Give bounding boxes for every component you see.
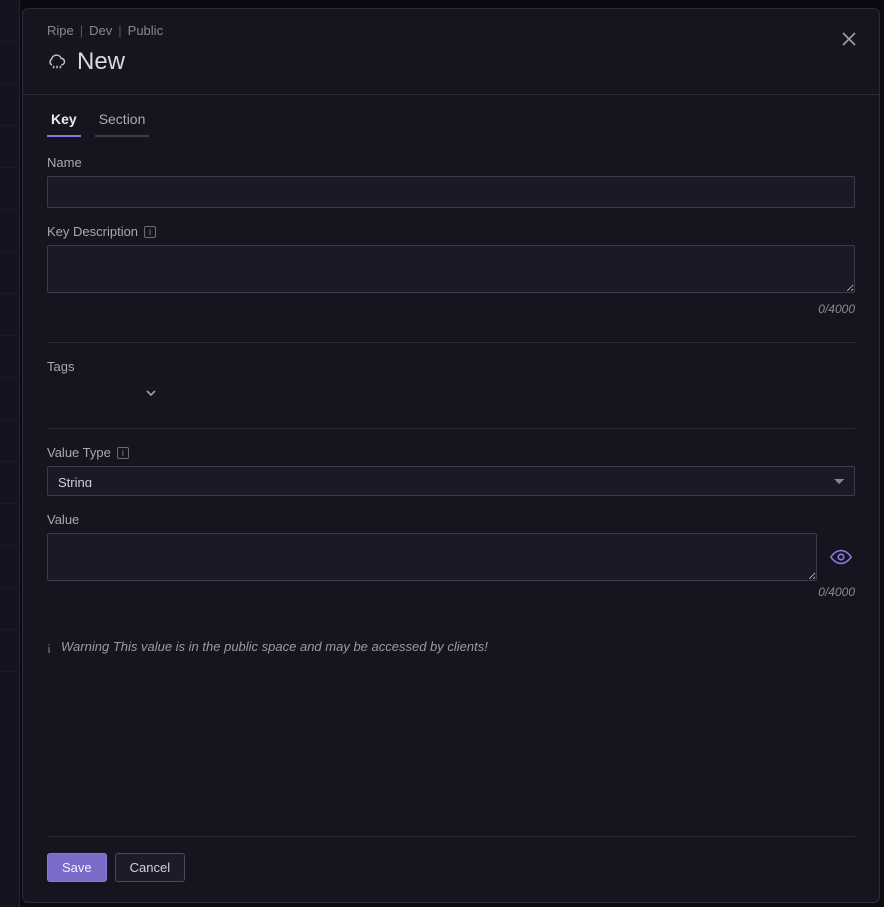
tags-dropdown[interactable] <box>47 380 167 406</box>
eye-icon <box>830 546 852 568</box>
warning-message: ¡ Warning This value is in the public sp… <box>47 639 855 654</box>
cloud-icon <box>47 50 67 75</box>
close-button[interactable] <box>837 27 861 51</box>
warning-icon: ¡ <box>47 640 51 654</box>
warning-body: This value is in the public space and ma… <box>113 639 488 654</box>
value-label: Value <box>47 512 855 527</box>
new-key-modal: Ripe | Dev | Public New Key <box>22 8 880 903</box>
divider <box>47 342 855 343</box>
value-counter: 0/4000 <box>47 585 855 599</box>
value-field-group: Value 0/4000 <box>47 512 855 599</box>
tabs: Key Section <box>47 105 855 137</box>
value-type-select[interactable]: String <box>47 466 855 496</box>
title-row: New <box>47 48 855 76</box>
description-label: Key Description i <box>47 224 855 239</box>
modal-body: Key Section Name Key Description i 0/400… <box>23 95 879 902</box>
description-field-group: Key Description i 0/4000 <box>47 224 855 316</box>
tags-field-group: Tags <box>47 359 855 406</box>
save-button[interactable]: Save <box>47 853 107 882</box>
sidebar-sliver <box>0 0 20 907</box>
warning-label: Warning <box>61 639 109 654</box>
breadcrumb-item[interactable]: Ripe <box>47 23 74 38</box>
breadcrumb: Ripe | Dev | Public <box>47 23 855 38</box>
tab-key[interactable]: Key <box>47 105 81 137</box>
description-counter: 0/4000 <box>47 302 855 316</box>
value-type-label-text: Value Type <box>47 445 111 460</box>
toggle-visibility-button[interactable] <box>827 533 855 581</box>
tags-label: Tags <box>47 359 855 374</box>
name-field-group: Name <box>47 155 855 208</box>
value-textarea[interactable] <box>47 533 817 581</box>
modal-header: Ripe | Dev | Public New <box>23 9 879 95</box>
description-textarea[interactable] <box>47 245 855 293</box>
breadcrumb-item[interactable]: Public <box>128 23 163 38</box>
name-input[interactable] <box>47 176 855 208</box>
breadcrumb-separator: | <box>80 23 83 38</box>
breadcrumb-separator: | <box>118 23 121 38</box>
divider <box>47 428 855 429</box>
value-type-field-group: Value Type i String <box>47 445 855 496</box>
info-icon[interactable]: i <box>144 226 156 238</box>
info-icon[interactable]: i <box>117 447 129 459</box>
warning-text: Warning This value is in the public spac… <box>61 639 488 654</box>
spacer <box>47 654 855 836</box>
name-label: Name <box>47 155 855 170</box>
modal-footer: Save Cancel <box>47 836 855 902</box>
tab-section[interactable]: Section <box>95 105 150 137</box>
chevron-down-icon <box>145 387 157 399</box>
breadcrumb-item[interactable]: Dev <box>89 23 112 38</box>
page-title: New <box>77 48 125 76</box>
value-type-label: Value Type i <box>47 445 855 460</box>
cancel-button[interactable]: Cancel <box>115 853 185 882</box>
value-row <box>47 533 855 581</box>
description-label-text: Key Description <box>47 224 138 239</box>
